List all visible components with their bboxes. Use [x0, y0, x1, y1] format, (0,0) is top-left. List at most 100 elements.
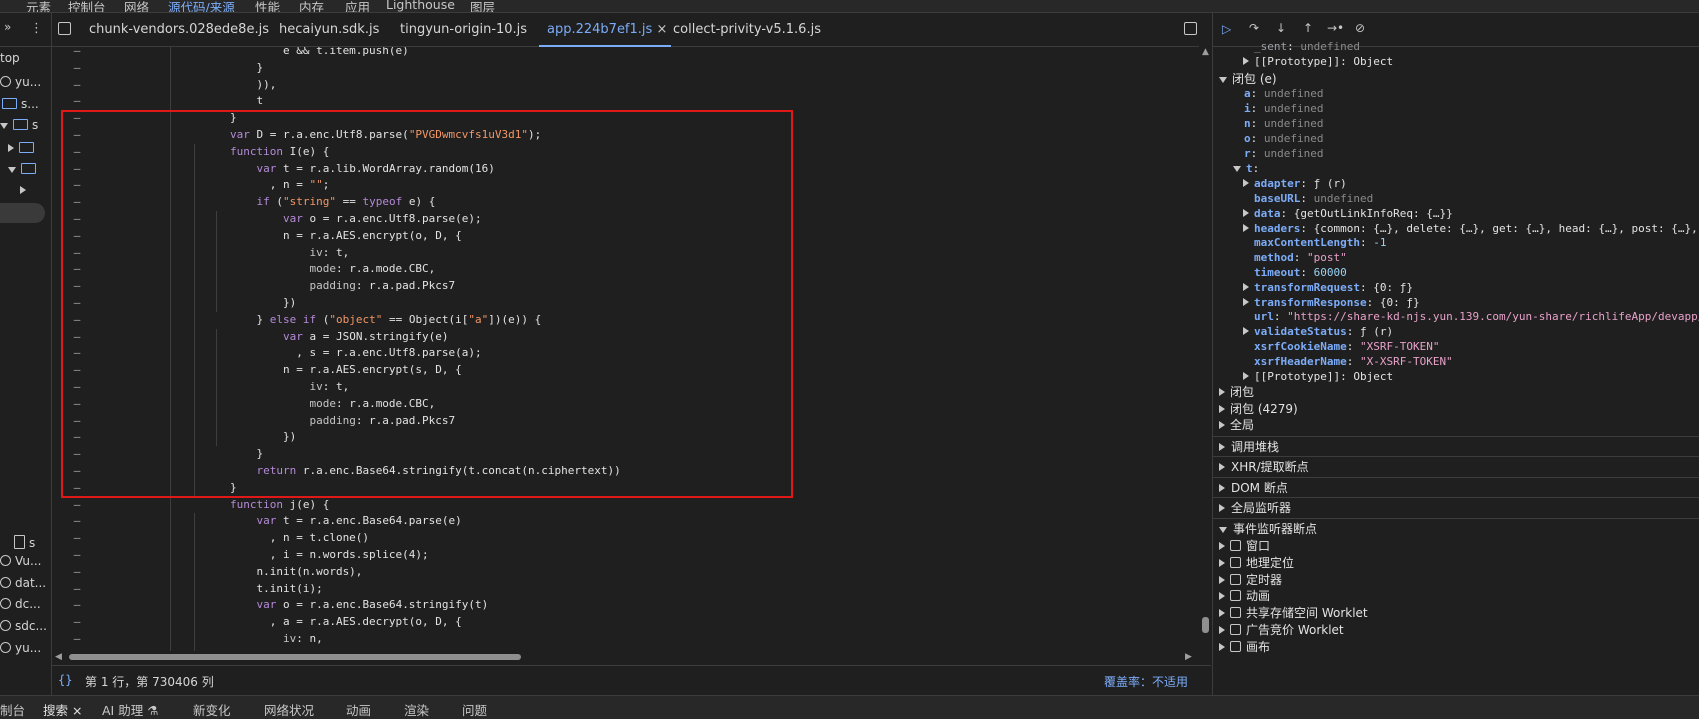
event-listener-category[interactable]: 窗口 — [1213, 538, 1699, 555]
checkbox[interactable] — [1230, 607, 1241, 619]
devtools-tab[interactable]: 源代码/来源 — [168, 0, 235, 12]
drawer-tab[interactable]: 新变化 — [193, 700, 231, 719]
devtools-tab[interactable]: 图层 — [470, 0, 495, 12]
code-line[interactable]: – } else if ("object" == Object(i["a"])(… — [52, 312, 1199, 329]
line-marker[interactable]: – — [70, 295, 84, 312]
expand-right-icon[interactable] — [1219, 388, 1225, 397]
code-line[interactable]: – var o = r.a.enc.Base64.stringify(t) — [52, 597, 1199, 614]
code-line[interactable]: – mode: r.a.mode.CBC, — [52, 261, 1199, 278]
expand-right-icon[interactable] — [1219, 642, 1225, 651]
line-marker[interactable]: – — [70, 614, 84, 631]
code-line[interactable]: – var D = r.a.enc.Utf8.parse("PVGDwmcvfs… — [52, 127, 1199, 144]
scope-group[interactable]: 闭包 — [1213, 384, 1699, 401]
code-line[interactable]: – mode: r.a.mode.CBC, — [52, 396, 1199, 413]
event-listener-category[interactable]: 广告竞价 Worklet — [1213, 622, 1699, 639]
line-marker[interactable]: – — [70, 564, 84, 581]
navigator-item[interactable]: dc... — [0, 597, 41, 615]
code-line[interactable]: – , s = r.a.enc.Utf8.parse(a); — [52, 345, 1199, 362]
navigator-item[interactable]: Vu... — [0, 554, 41, 572]
devtools-tab[interactable]: 控制台 — [68, 0, 106, 12]
scroll-left-icon[interactable]: ◀ — [55, 652, 62, 662]
line-marker[interactable]: – — [70, 278, 84, 295]
line-marker[interactable]: – — [70, 77, 84, 94]
drawer-tab[interactable]: 渲染 — [404, 700, 429, 719]
scope-row[interactable]: timeout: 60000 — [1213, 265, 1699, 281]
devtools-tab[interactable]: 应用 — [345, 0, 370, 12]
code-editor[interactable]: – e && t.item.push(e) – } – )), – t – } – var… — [52, 47, 1199, 659]
debugger-section-header[interactable]: 全局监听器 — [1213, 497, 1699, 519]
navigator-item[interactable]: s — [14, 533, 35, 551]
line-marker[interactable]: – — [70, 211, 84, 228]
code-line[interactable]: – t.init(i); — [52, 581, 1199, 598]
code-line[interactable]: – var o = r.a.enc.Utf8.parse(e); — [52, 211, 1199, 228]
line-marker[interactable]: – — [70, 127, 84, 144]
expand-right-icon[interactable] — [1219, 463, 1225, 472]
navigator-item[interactable]: yu... — [0, 75, 41, 93]
code-line[interactable]: – function j(e) { — [52, 497, 1199, 514]
expand-right-icon[interactable] — [1219, 625, 1225, 634]
expand-right-icon[interactable] — [1219, 404, 1225, 413]
code-line[interactable]: – }) — [52, 295, 1199, 312]
event-listener-category[interactable]: 动画 — [1213, 588, 1699, 605]
expand-down-icon[interactable] — [1219, 76, 1227, 83]
scope-row[interactable]: xsrfCookieName: "XSRF-TOKEN" — [1213, 339, 1699, 355]
code-line[interactable]: – var a = JSON.stringify(e) — [52, 329, 1199, 346]
code-line[interactable]: – } — [52, 446, 1199, 463]
scope-row[interactable]: validateStatus: ƒ (r) — [1213, 324, 1699, 340]
navigator-item[interactable] — [8, 162, 40, 180]
scroll-up-icon[interactable]: ▲ — [1202, 47, 1209, 57]
code-line[interactable]: – , n = t.clone() — [52, 530, 1199, 547]
code-line[interactable]: – } — [52, 110, 1199, 127]
scope-row[interactable]: _sent: undefined — [1213, 39, 1699, 55]
expand-right-icon[interactable] — [1219, 592, 1225, 601]
editor-vertical-scrollbar[interactable]: ▲ — [1199, 47, 1212, 659]
scope-row[interactable]: transformRequest: {0: ƒ} — [1213, 280, 1699, 296]
code-line[interactable]: – return r.a.enc.Base64.stringify(t.conc… — [52, 463, 1199, 480]
scope-row[interactable]: adapter: ƒ (r) — [1213, 176, 1699, 192]
code-line[interactable]: – } — [52, 60, 1199, 77]
expand-right-icon[interactable] — [8, 144, 14, 152]
scope-row[interactable]: n: undefined — [1213, 116, 1699, 132]
line-marker[interactable]: – — [70, 93, 84, 110]
expand-right-icon[interactable] — [1219, 558, 1225, 567]
checkbox[interactable] — [1230, 573, 1241, 585]
code-line[interactable]: – }) — [52, 429, 1199, 446]
line-marker[interactable]: – — [70, 144, 84, 161]
navigator-item[interactable]: yu... — [0, 641, 41, 659]
step-icon[interactable]: →• — [1327, 21, 1344, 35]
code-line[interactable]: – , i = n.words.splice(4); — [52, 547, 1199, 564]
line-marker[interactable]: – — [70, 110, 84, 127]
code-line[interactable]: – var t = r.a.enc.Base64.parse(e) — [52, 513, 1199, 530]
deactivate-breakpoints-icon[interactable]: ⊘ — [1355, 21, 1365, 35]
line-marker[interactable]: – — [70, 547, 84, 564]
line-marker[interactable]: – — [70, 329, 84, 346]
code-line[interactable]: – iv: t, — [52, 379, 1199, 396]
line-marker[interactable]: – — [70, 480, 84, 497]
event-listener-category[interactable]: 共享存储空间 Worklet — [1213, 605, 1699, 622]
scope-row[interactable]: method: "post" — [1213, 250, 1699, 266]
drawer-tab[interactable]: 搜索 × — [43, 700, 82, 719]
debugger-section-header[interactable]: DOM 断点 — [1213, 476, 1699, 499]
code-line[interactable]: – iv: t, — [52, 245, 1199, 262]
code-line[interactable]: – , n = ""; — [52, 177, 1199, 194]
line-marker[interactable]: – — [70, 345, 84, 362]
editor-file-tab[interactable]: app.224b7ef1.js × — [538, 22, 672, 47]
scope-row[interactable]: xsrfHeaderName: "X-XSRF-TOKEN" — [1213, 354, 1699, 370]
scope-row[interactable]: r: undefined — [1213, 146, 1699, 162]
expand-down-icon[interactable] — [8, 167, 16, 173]
resume-icon[interactable]: ▷ — [1222, 22, 1231, 36]
line-marker[interactable]: – — [70, 228, 84, 245]
debugger-section-header[interactable]: XHR/提取断点 — [1213, 456, 1699, 478]
expand-right-icon[interactable] — [1219, 541, 1225, 550]
navigator-item[interactable]: top — [0, 51, 20, 69]
code-line[interactable]: – } — [52, 480, 1199, 497]
editor-file-tab[interactable]: chunk-vendors.028ede8e.js — [89, 22, 269, 37]
navigator-item[interactable]: s — [0, 118, 38, 136]
step-over-icon[interactable]: ↷ — [1249, 21, 1259, 35]
line-marker[interactable]: – — [70, 413, 84, 430]
line-marker[interactable]: – — [70, 581, 84, 598]
drawer-tab[interactable]: 制台 — [0, 700, 25, 719]
line-marker[interactable]: – — [70, 429, 84, 446]
line-marker[interactable]: – — [70, 379, 84, 396]
coverage-status[interactable]: 覆盖率：不适用 — [1104, 673, 1188, 690]
